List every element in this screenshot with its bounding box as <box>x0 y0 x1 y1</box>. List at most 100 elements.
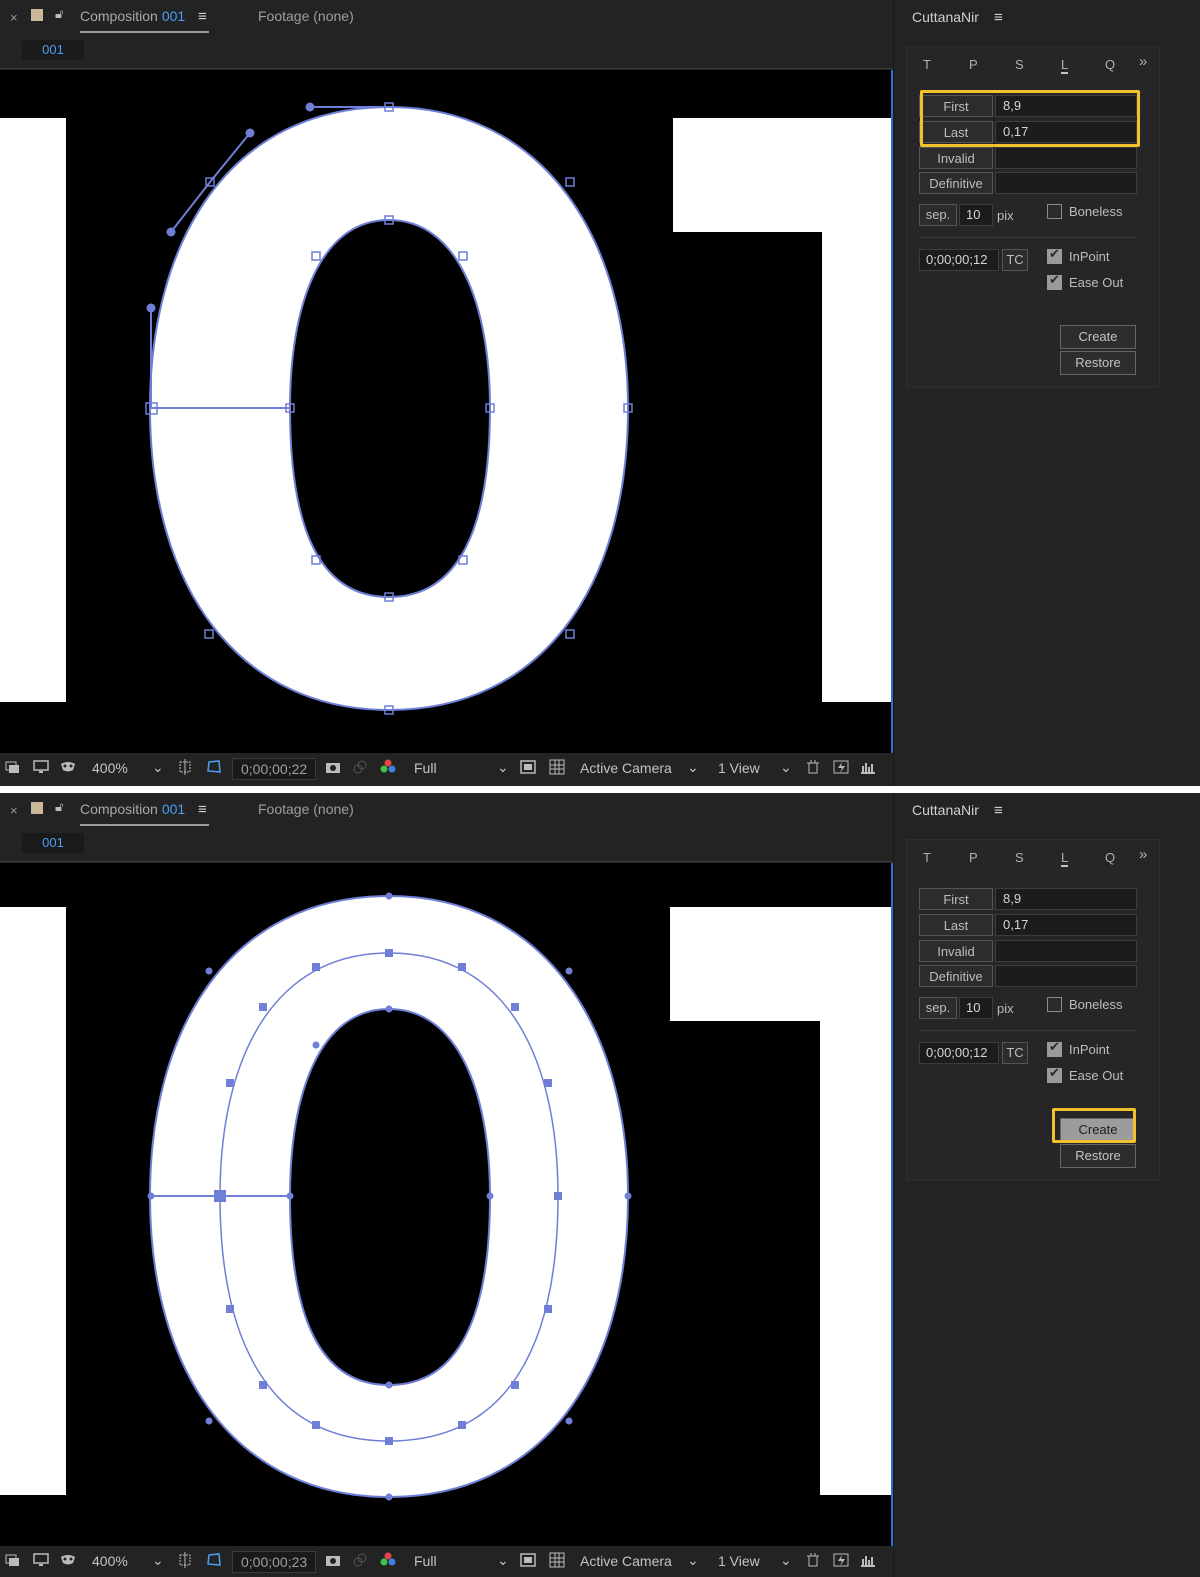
composition-subtab[interactable]: 001 <box>22 833 84 853</box>
camera-snapshot-icon[interactable] <box>325 759 341 775</box>
boneless-checkbox[interactable] <box>1047 204 1062 219</box>
sep-field[interactable]: 10 <box>959 204 993 226</box>
boneless-checkbox[interactable] <box>1047 997 1062 1012</box>
easeout-checkbox[interactable] <box>1047 273 1062 290</box>
tab-p[interactable]: P <box>969 850 978 865</box>
create-button[interactable]: Create <box>1060 325 1136 349</box>
lock-icon[interactable]: 🔓︎ <box>55 799 63 815</box>
last-field[interactable]: 0,17 <box>995 914 1137 936</box>
tab-s[interactable]: S <box>1015 850 1024 865</box>
first-field[interactable]: 8,9 <box>995 95 1137 117</box>
tab-q[interactable]: Q <box>1105 850 1115 865</box>
resolution-dropdown[interactable]: Full <box>414 1553 437 1569</box>
more-tabs-icon[interactable]: » <box>1139 53 1147 70</box>
definitive-field[interactable] <box>995 965 1137 987</box>
restore-button[interactable]: Restore <box>1060 1144 1136 1168</box>
mask-visibility-icon[interactable] <box>60 759 76 775</box>
monitor-icon[interactable] <box>33 1552 49 1568</box>
tab-l[interactable]: L <box>1061 850 1069 867</box>
chevron-down-icon[interactable]: ⌄ <box>780 1552 792 1569</box>
panel-menu-icon[interactable]: ≡ <box>994 9 1003 26</box>
last-button[interactable]: Last <box>919 121 993 143</box>
camera-view-dropdown[interactable]: Active Camera <box>580 1553 672 1569</box>
chevron-down-icon[interactable]: ⌄ <box>152 1552 164 1569</box>
current-time-display[interactable]: 0;00;00;22 <box>232 758 317 780</box>
preview-icon[interactable] <box>4 759 20 775</box>
lock-icon[interactable]: 🔓︎ <box>55 6 63 22</box>
show-snapshot-icon[interactable] <box>352 1552 368 1568</box>
composition-viewer[interactable] <box>0 863 893 1546</box>
preview-icon[interactable] <box>4 1552 20 1568</box>
tab-p[interactable]: P <box>969 57 978 72</box>
toggle-pixel-aspect-icon[interactable] <box>805 1552 821 1568</box>
invalid-field[interactable] <box>995 940 1137 962</box>
tab-t[interactable]: T <box>923 850 931 865</box>
inpoint-checkbox[interactable] <box>1047 247 1062 264</box>
panel-menu-icon[interactable]: ≡ <box>994 802 1003 819</box>
chevron-down-icon[interactable]: ⌄ <box>687 1552 699 1569</box>
view-layout-dropdown[interactable]: 1 View <box>718 1553 760 1569</box>
sep-button[interactable]: sep. <box>919 204 957 226</box>
toggle-pixel-aspect-icon[interactable] <box>805 759 821 775</box>
chevron-down-icon[interactable]: ⌄ <box>497 759 509 776</box>
composition-subtab[interactable]: 001 <box>22 40 84 60</box>
invalid-field[interactable] <box>995 147 1137 169</box>
timeline-icon[interactable] <box>860 759 876 775</box>
timecode-field[interactable]: 0;00;00;12 <box>919 1042 999 1064</box>
fast-previews-icon[interactable] <box>833 759 849 775</box>
toggle-grid-icon[interactable] <box>549 1552 565 1568</box>
mask-visibility-icon[interactable] <box>60 1552 76 1568</box>
channels-icon[interactable] <box>380 759 396 775</box>
tab-footage[interactable]: Footage (none) <box>258 801 354 817</box>
transparency-grid-icon[interactable] <box>206 759 222 775</box>
first-button[interactable]: First <box>919 95 993 117</box>
tab-composition[interactable]: Composition 001 <box>80 801 185 817</box>
close-tab-icon[interactable]: × <box>10 10 18 25</box>
tab-menu-icon[interactable]: ≡ <box>198 8 207 25</box>
inpoint-checkbox[interactable] <box>1047 1040 1062 1057</box>
definitive-button[interactable]: Definitive <box>919 172 993 194</box>
tab-l[interactable]: L <box>1061 57 1069 74</box>
timeline-icon[interactable] <box>860 1552 876 1568</box>
fast-previews-icon[interactable] <box>833 1552 849 1568</box>
transparency-grid-icon[interactable] <box>206 1552 222 1568</box>
tab-q[interactable]: Q <box>1105 57 1115 72</box>
first-field[interactable]: 8,9 <box>995 888 1137 910</box>
create-button[interactable]: Create <box>1060 1118 1136 1142</box>
close-tab-icon[interactable]: × <box>10 803 18 818</box>
fast-preview-icon[interactable] <box>520 1552 536 1568</box>
tab-footage[interactable]: Footage (none) <box>258 8 354 24</box>
invalid-button[interactable]: Invalid <box>919 940 993 962</box>
sep-button[interactable]: sep. <box>919 997 957 1019</box>
show-snapshot-icon[interactable] <box>352 759 368 775</box>
timecode-field[interactable]: 0;00;00;12 <box>919 249 999 271</box>
easeout-checkbox[interactable] <box>1047 1066 1062 1083</box>
composition-viewer[interactable] <box>0 70 893 753</box>
chevron-down-icon[interactable]: ⌄ <box>780 759 792 776</box>
definitive-button[interactable]: Definitive <box>919 965 993 987</box>
region-of-interest-icon[interactable] <box>177 1552 193 1568</box>
more-tabs-icon[interactable]: » <box>1139 846 1147 863</box>
definitive-field[interactable] <box>995 172 1137 194</box>
tab-composition[interactable]: Composition 001 <box>80 8 185 24</box>
tab-s[interactable]: S <box>1015 57 1024 72</box>
current-time-display[interactable]: 0;00;00;23 <box>232 1551 317 1573</box>
chevron-down-icon[interactable]: ⌄ <box>152 759 164 776</box>
chevron-down-icon[interactable]: ⌄ <box>497 1552 509 1569</box>
sep-field[interactable]: 10 <box>959 997 993 1019</box>
camera-view-dropdown[interactable]: Active Camera <box>580 760 672 776</box>
first-button[interactable]: First <box>919 888 993 910</box>
invalid-button[interactable]: Invalid <box>919 147 993 169</box>
tc-button[interactable]: TC <box>1002 249 1028 271</box>
chevron-down-icon[interactable]: ⌄ <box>687 759 699 776</box>
tc-button[interactable]: TC <box>1002 1042 1028 1064</box>
last-button[interactable]: Last <box>919 914 993 936</box>
last-field[interactable]: 0,17 <box>995 121 1137 143</box>
channels-icon[interactable] <box>380 1552 396 1568</box>
toggle-grid-icon[interactable] <box>549 759 565 775</box>
restore-button[interactable]: Restore <box>1060 351 1136 375</box>
zoom-dropdown[interactable]: 400% <box>92 760 128 776</box>
monitor-icon[interactable] <box>33 759 49 775</box>
region-of-interest-icon[interactable] <box>177 759 193 775</box>
fast-preview-icon[interactable] <box>520 759 536 775</box>
